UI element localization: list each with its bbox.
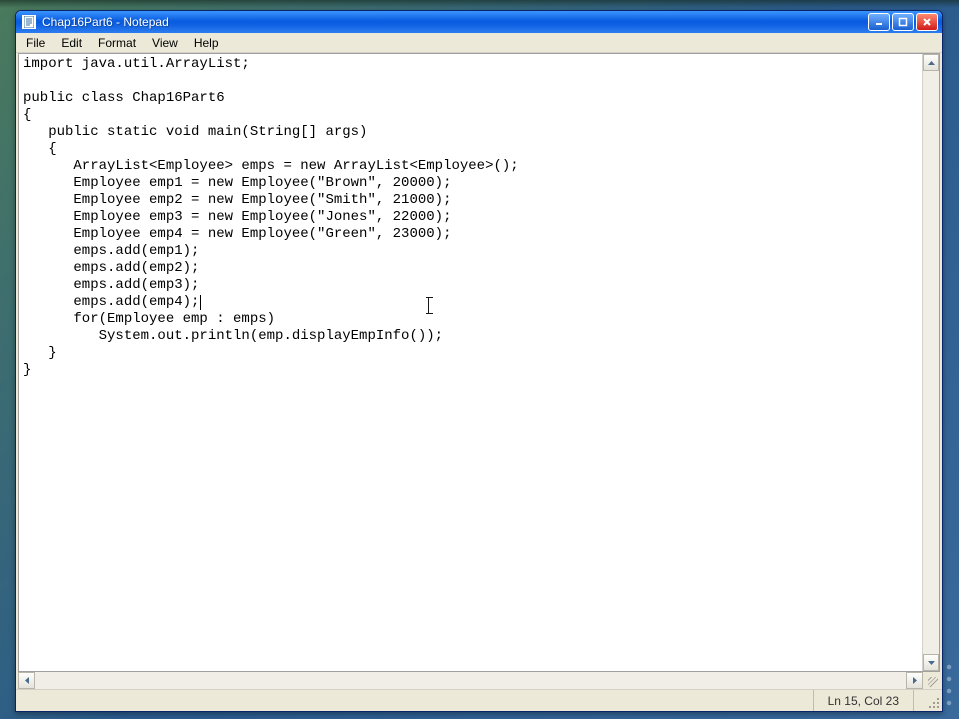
notepad-window: Chap16Part6 - Notepad File Edit Format V…: [15, 10, 943, 712]
menu-view[interactable]: View: [144, 33, 186, 52]
editor-area: import java.util.ArrayList; public class…: [18, 53, 940, 672]
horizontal-scrollbar[interactable]: [18, 672, 923, 689]
minimize-icon: [874, 17, 884, 27]
background-tabs-blur: [0, 0, 959, 8]
maximize-icon: [898, 17, 908, 27]
chevron-down-icon: [928, 661, 935, 665]
maximize-button[interactable]: [892, 13, 914, 31]
menu-edit[interactable]: Edit: [53, 33, 90, 52]
horizontal-scroll-row: [18, 672, 940, 689]
mouse-ibeam-cursor: [428, 298, 429, 313]
titlebar[interactable]: Chap16Part6 - Notepad: [16, 11, 942, 33]
window-size-grip[interactable]: [913, 690, 942, 711]
close-button[interactable]: [916, 13, 938, 31]
menu-file[interactable]: File: [18, 33, 53, 52]
scroll-left-button[interactable]: [18, 672, 35, 689]
window-controls: [868, 13, 938, 31]
vertical-scrollbar[interactable]: [922, 54, 939, 671]
text-editor[interactable]: import java.util.ArrayList; public class…: [19, 54, 922, 671]
chevron-up-icon: [928, 61, 935, 65]
window-title: Chap16Part6 - Notepad: [42, 15, 868, 29]
menu-format[interactable]: Format: [90, 33, 144, 52]
chevron-right-icon: [913, 677, 917, 684]
horizontal-scroll-track[interactable]: [35, 672, 906, 689]
menu-help[interactable]: Help: [186, 33, 227, 52]
notepad-app-icon: [22, 15, 36, 29]
statusbar-position: Ln 15, Col 23: [813, 690, 913, 711]
chevron-left-icon: [25, 677, 29, 684]
scroll-down-button[interactable]: [923, 654, 939, 671]
scroll-up-button[interactable]: [923, 54, 939, 71]
scroll-right-button[interactable]: [906, 672, 923, 689]
statusbar: Ln 15, Col 23: [16, 689, 942, 711]
menubar: File Edit Format View Help: [16, 33, 942, 53]
close-icon: [922, 17, 932, 27]
text-caret: [200, 295, 201, 310]
minimize-button[interactable]: [868, 13, 890, 31]
vertical-scroll-track[interactable]: [923, 71, 939, 654]
editor-size-grip[interactable]: [923, 672, 940, 689]
